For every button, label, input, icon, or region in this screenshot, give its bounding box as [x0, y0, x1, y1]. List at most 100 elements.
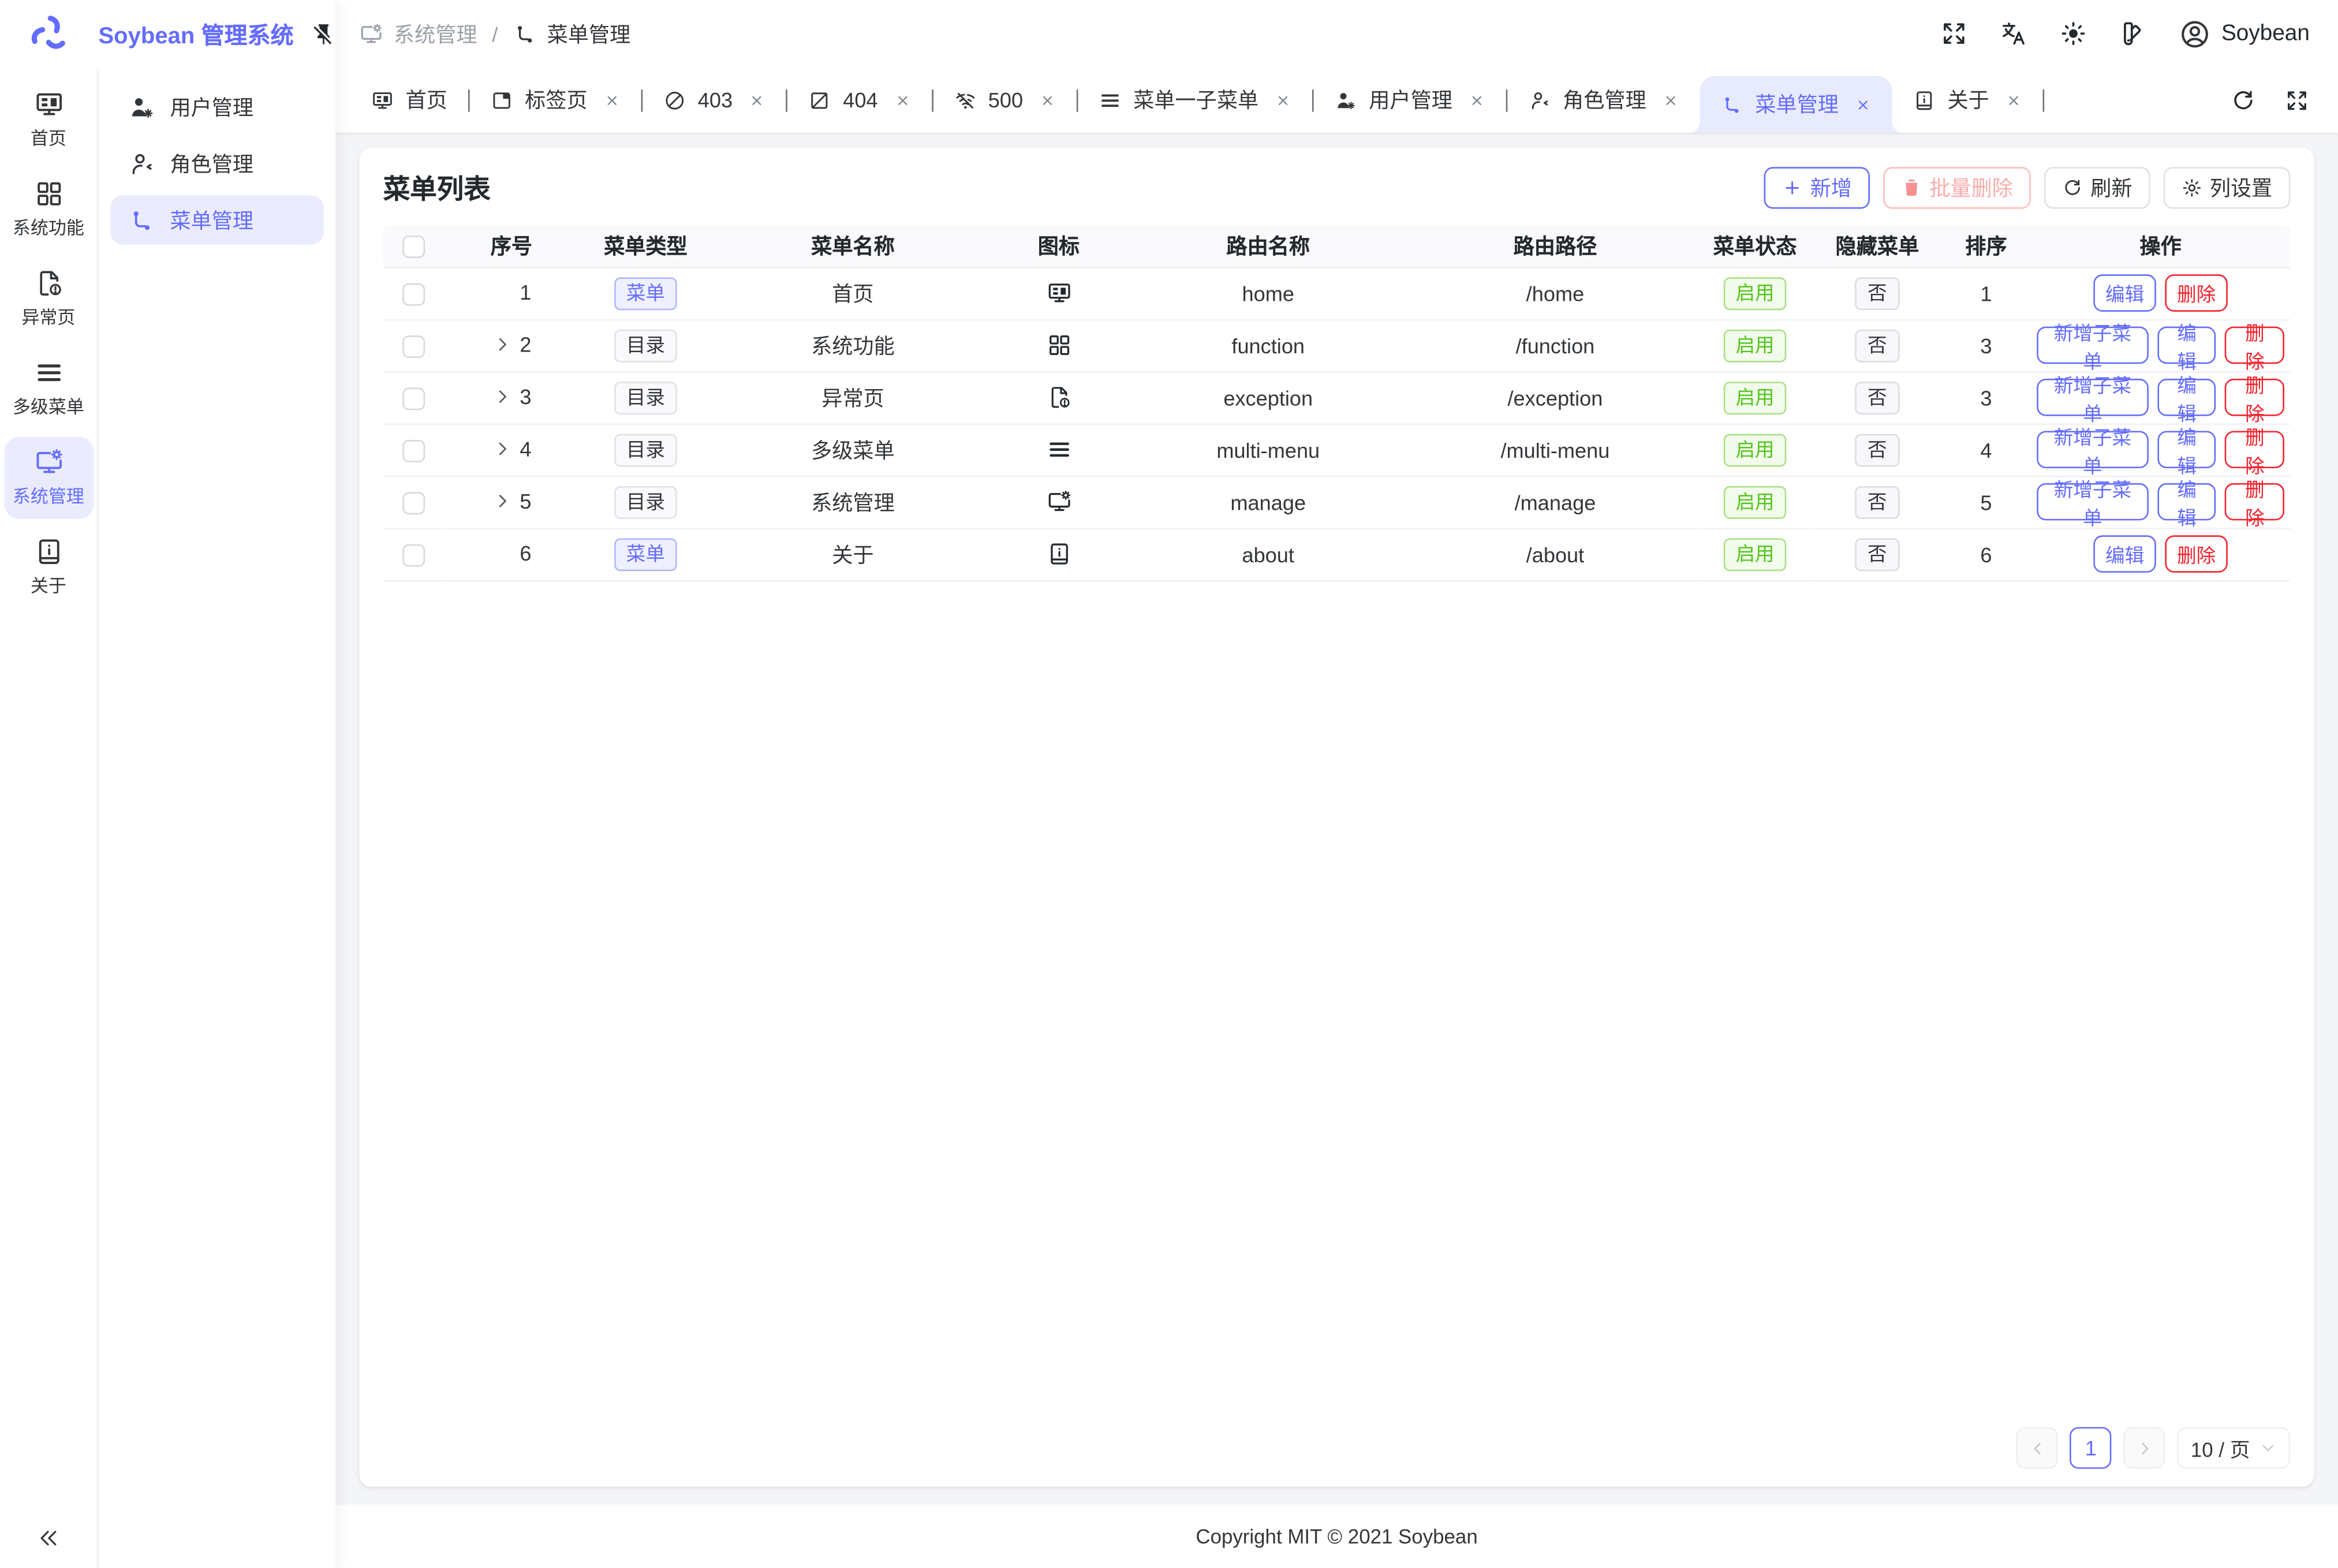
- sidebar-item-role-manage[interactable]: 角色管理: [110, 139, 323, 188]
- edit-button[interactable]: 编辑: [2093, 274, 2156, 312]
- col-header-route-name: 路由名称: [1123, 225, 1414, 267]
- breadcrumb-label: 菜单管理: [547, 18, 631, 48]
- close-icon[interactable]: [1855, 96, 1871, 113]
- expand-row-icon[interactable]: [491, 438, 512, 458]
- sidebar-item-menu-manage[interactable]: 菜单管理: [110, 195, 323, 244]
- tab-403[interactable]: 403: [643, 67, 786, 133]
- tab-label: 404: [843, 88, 877, 111]
- prev-page-button[interactable]: [2016, 1427, 2058, 1469]
- close-icon[interactable]: [749, 92, 765, 108]
- cell-route-name: multi-menu: [1123, 424, 1414, 476]
- page-content: 菜单列表 新增 批量删除 刷新: [335, 133, 2338, 1504]
- tab-role-manage[interactable]: 角色管理: [1508, 67, 1700, 133]
- rail-item-manage[interactable]: 系统管理: [3, 437, 93, 519]
- fullscreen-button[interactable]: [1940, 20, 1968, 48]
- expand-row-icon[interactable]: [491, 386, 512, 406]
- row-checkbox[interactable]: [402, 283, 424, 305]
- close-icon[interactable]: [1469, 92, 1485, 108]
- rail-item-label: 系统功能: [13, 215, 84, 240]
- delete-button[interactable]: 删除: [2165, 274, 2228, 312]
- expand-row-icon[interactable]: [491, 490, 512, 510]
- cell-index: 2: [443, 319, 580, 371]
- fullscreen-icon: [2284, 87, 2310, 113]
- close-icon[interactable]: [1275, 92, 1291, 108]
- delete-button[interactable]: 删除: [2225, 327, 2284, 364]
- expand-row-icon[interactable]: [491, 333, 512, 354]
- rail-item-function[interactable]: 系统功能: [3, 169, 93, 251]
- close-icon[interactable]: [1039, 92, 1055, 108]
- delete-button[interactable]: 删除: [2225, 483, 2284, 521]
- delete-button[interactable]: 删除: [2165, 535, 2228, 573]
- row-checkbox[interactable]: [402, 544, 424, 566]
- add-child-button[interactable]: 新增子菜单: [2037, 483, 2148, 521]
- tab-home[interactable]: 首页: [350, 67, 468, 133]
- edit-button[interactable]: 编辑: [2157, 379, 2216, 416]
- tab-menu-submenu[interactable]: 菜单一子菜单: [1078, 67, 1313, 133]
- refresh-button[interactable]: 刷新: [2044, 167, 2150, 208]
- language-button[interactable]: [1999, 20, 2027, 48]
- edit-button[interactable]: 编辑: [2093, 535, 2156, 573]
- add-child-button[interactable]: 新增子菜单: [2037, 431, 2148, 468]
- close-icon[interactable]: [894, 92, 910, 108]
- cell-route-path: /multi-menu: [1414, 424, 1697, 476]
- edit-button[interactable]: 编辑: [2157, 483, 2216, 521]
- batch-delete-button[interactable]: 批量删除: [1883, 167, 2031, 208]
- rail-item-home[interactable]: 首页: [3, 79, 93, 161]
- row-checkbox[interactable]: [402, 387, 424, 410]
- next-page-button[interactable]: [2124, 1427, 2165, 1469]
- reload-page-button[interactable]: [2231, 87, 2256, 113]
- row-index: 6: [520, 540, 531, 564]
- content-fullscreen-button[interactable]: [2284, 87, 2310, 113]
- route-icon: [513, 21, 536, 45]
- edit-button[interactable]: 编辑: [2157, 327, 2216, 364]
- theme-mode-button[interactable]: [2059, 20, 2087, 48]
- rail-item-multi-menu[interactable]: 多级菜单: [3, 348, 93, 430]
- breadcrumb: 系统管理 / 菜单管理: [359, 18, 630, 48]
- page-number-button[interactable]: 1: [2070, 1427, 2112, 1469]
- cell-menu-type: 目录: [580, 371, 711, 423]
- tab-404[interactable]: 404: [788, 67, 932, 133]
- tab-about[interactable]: 关于: [1892, 67, 2043, 133]
- theme-settings-button[interactable]: [2119, 20, 2147, 48]
- add-button[interactable]: 新增: [1764, 167, 1870, 208]
- close-icon[interactable]: [2005, 92, 2022, 108]
- add-child-button[interactable]: 新增子菜单: [2037, 379, 2148, 416]
- breadcrumb-item-manage[interactable]: 系统管理: [359, 18, 477, 48]
- app-logo[interactable]: [0, 12, 98, 57]
- menu-type-tag: 目录: [614, 329, 677, 362]
- row-checkbox[interactable]: [402, 492, 424, 514]
- header-actions: Soybean: [1940, 17, 2310, 50]
- delete-button[interactable]: 删除: [2225, 379, 2284, 416]
- delete-button[interactable]: 删除: [2225, 431, 2284, 468]
- column-settings-button[interactable]: 列设置: [2164, 167, 2291, 208]
- rail-item-exception[interactable]: 异常页: [3, 258, 93, 340]
- cell-route-name: about: [1123, 528, 1414, 580]
- tab-tabpage[interactable]: 标签页: [470, 67, 641, 133]
- select-all-checkbox[interactable]: [402, 236, 424, 258]
- rail-item-about[interactable]: 关于: [3, 527, 93, 608]
- monitor-dashboard-icon: [33, 89, 64, 120]
- rail-item-label: 首页: [31, 125, 66, 151]
- sidebar-collapse-button[interactable]: [36, 1525, 61, 1551]
- close-icon[interactable]: [1663, 92, 1679, 108]
- cell-route-path: /exception: [1414, 371, 1697, 423]
- tab-menu-manage[interactable]: 菜单管理: [1700, 76, 1892, 133]
- tab-user-manage[interactable]: 用户管理: [1314, 67, 1506, 133]
- edit-button[interactable]: 编辑: [2157, 431, 2216, 468]
- row-checkbox[interactable]: [402, 335, 424, 358]
- batch-delete-label: 批量删除: [1929, 173, 2013, 203]
- tab-500[interactable]: 500: [933, 67, 1077, 133]
- user-menu[interactable]: Soybean: [2178, 17, 2310, 50]
- sidebar-item-user-manage[interactable]: 用户管理: [110, 82, 323, 131]
- add-child-button[interactable]: 新增子菜单: [2037, 327, 2148, 364]
- monitor-dashboard-icon: [371, 89, 394, 111]
- col-header-menu-status: 菜单状态: [1697, 225, 1813, 267]
- tab-label: 菜单一子菜单: [1133, 85, 1258, 115]
- tab-divider: [2043, 89, 2045, 111]
- page-size-select[interactable]: 10 / 页: [2178, 1427, 2291, 1469]
- pin-toggle-button[interactable]: [312, 23, 335, 46]
- row-checkbox[interactable]: [402, 440, 424, 462]
- close-icon[interactable]: [604, 92, 620, 108]
- cell-menu-name: 系统管理: [711, 476, 995, 528]
- breadcrumb-item-menu-manage[interactable]: 菜单管理: [513, 18, 630, 48]
